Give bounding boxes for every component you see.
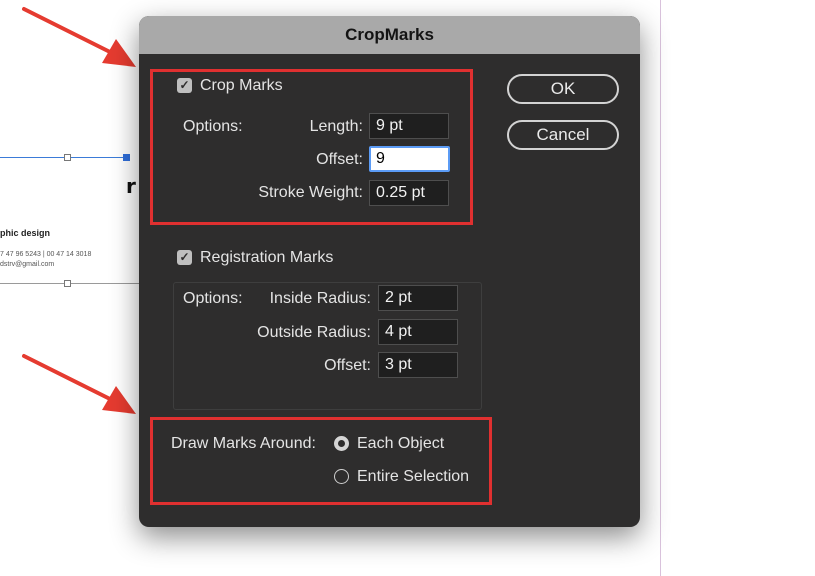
design-text: phic design [0,228,51,238]
frame-handle[interactable] [64,154,71,161]
phone-text: 7 47 96 5243 | 00 47 14 3018 [0,251,92,258]
inside-radius-label: Inside Radius: [269,290,371,307]
registration-marks-label: Registration Marks [200,249,334,266]
cancel-button[interactable]: Cancel [507,120,619,150]
selected-frame-handle[interactable] [123,154,130,161]
arrow-annotation-bottom [22,354,136,414]
draw-marks-highlight [150,417,492,505]
outside-radius-input[interactable]: 4 pt [378,319,458,345]
registration-options-label: Options: [183,290,243,307]
ok-button[interactable]: OK [507,74,619,104]
logo-fragment: r [126,174,136,198]
registration-offset-input[interactable]: 3 pt [378,352,458,378]
frame-handle[interactable] [64,280,71,287]
registration-offset-label: Offset: [324,357,371,374]
inside-radius-input[interactable]: 2 pt [378,285,458,311]
registration-marks-checkbox[interactable]: ✓ [177,250,192,265]
email-text: dstrv@gmail.com [0,261,55,268]
outside-radius-label: Outside Radius: [257,324,371,341]
arrow-annotation-top [22,7,136,67]
crop-marks-highlight [150,69,473,225]
dialog-title: CropMarks [139,16,640,54]
selection-guide-line [0,157,126,158]
page-edge-line [660,0,661,576]
